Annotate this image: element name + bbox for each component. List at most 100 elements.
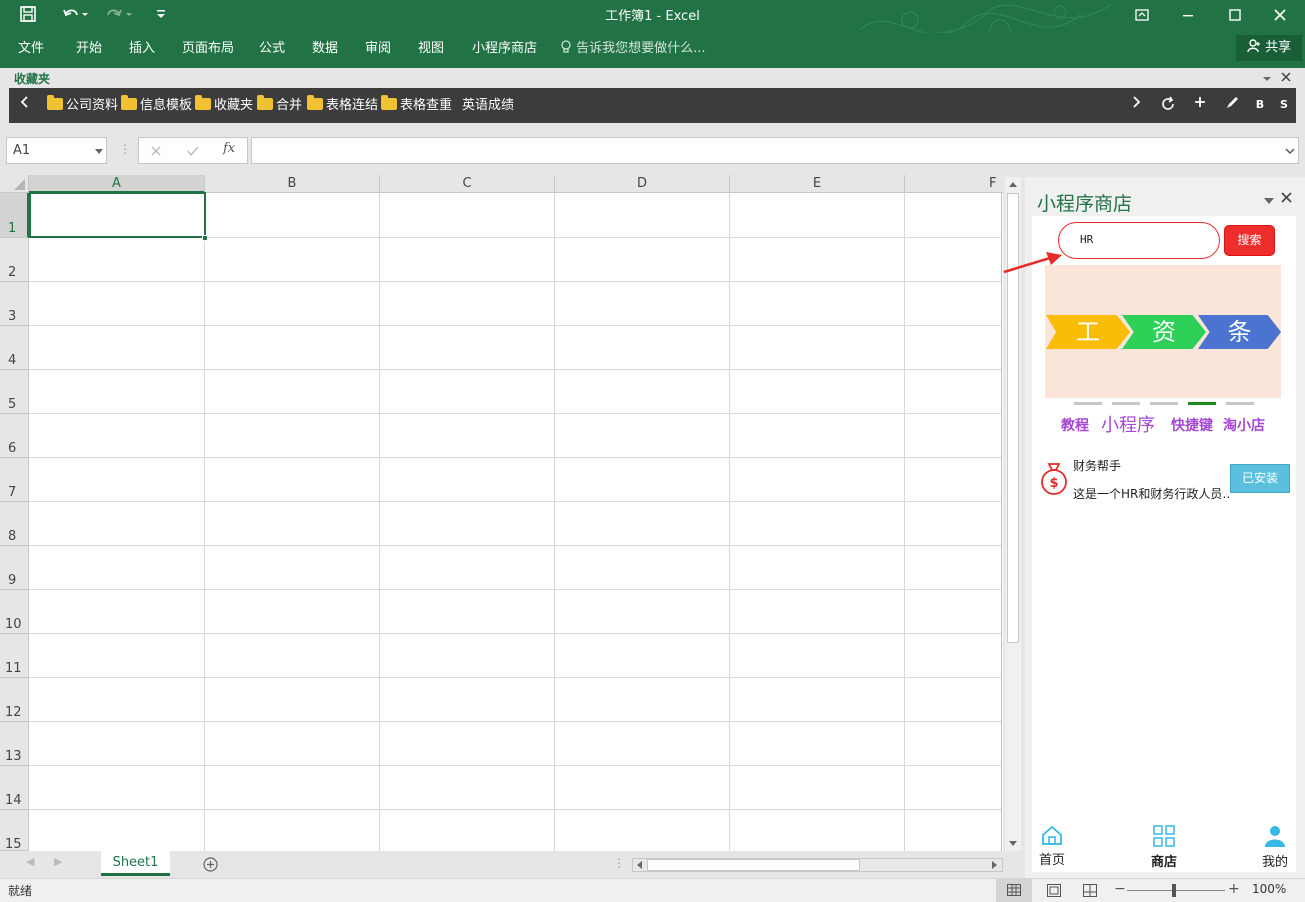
- zoom-level[interactable]: 100%: [1252, 882, 1286, 896]
- vertical-scrollbar[interactable]: [1005, 177, 1021, 851]
- close-icon[interactable]: [1260, 4, 1300, 28]
- scroll-left-icon[interactable]: [636, 861, 642, 869]
- spreadsheet-grid[interactable]: A B C D E F 1 2 3 4 5 6 7 8 9 10 11 12 1…: [0, 175, 1003, 851]
- favorite-item[interactable]: 表格查重: [381, 95, 452, 115]
- chevron-right-icon[interactable]: [1128, 96, 1144, 114]
- link-shortcuts[interactable]: 快捷键: [1171, 415, 1213, 435]
- tell-me-box[interactable]: 告诉我您想要做什么...: [560, 38, 706, 60]
- row-header[interactable]: 7: [0, 458, 29, 502]
- carousel-dot[interactable]: [1150, 402, 1178, 405]
- select-all-corner[interactable]: [0, 175, 29, 193]
- pane-close-icon[interactable]: [1281, 192, 1292, 207]
- carousel-dot[interactable]: [1112, 402, 1140, 405]
- row-header[interactable]: 5: [0, 370, 29, 414]
- zoom-slider[interactable]: [1127, 890, 1225, 891]
- cancel-icon[interactable]: [151, 146, 161, 156]
- carousel-dot-active[interactable]: [1188, 402, 1216, 405]
- tab-mini-program-store[interactable]: 小程序商店: [472, 38, 537, 60]
- app-item[interactable]: $ 财务帮手 这是一个HR和财务行政人员… 已安装: [1032, 456, 1296, 501]
- name-box[interactable]: A1: [6, 137, 107, 164]
- row-header[interactable]: 8: [0, 502, 29, 546]
- tab-file[interactable]: 文件: [18, 38, 44, 60]
- prev-sheet-icon[interactable]: ◀: [26, 855, 34, 868]
- add-sheet-icon[interactable]: [203, 857, 218, 872]
- s-button[interactable]: S: [1276, 96, 1292, 114]
- refresh-icon[interactable]: [1160, 96, 1176, 118]
- link-tutorial[interactable]: 教程: [1061, 415, 1089, 435]
- row-header[interactable]: 4: [0, 326, 29, 370]
- favorite-item[interactable]: 表格连结: [307, 95, 378, 115]
- fill-handle[interactable]: [202, 235, 208, 241]
- scroll-up-icon[interactable]: [1009, 181, 1017, 187]
- column-header[interactable]: F: [905, 175, 1003, 193]
- tab-view[interactable]: 视图: [418, 38, 444, 60]
- column-header[interactable]: C: [380, 175, 555, 193]
- row-header[interactable]: 13: [0, 722, 29, 766]
- row-header[interactable]: 14: [0, 766, 29, 810]
- enter-check-icon[interactable]: [187, 146, 199, 156]
- banner-carousel[interactable]: 工 资 条: [1045, 265, 1281, 398]
- expand-formula-icon[interactable]: [1285, 148, 1295, 155]
- row-header[interactable]: 9: [0, 546, 29, 590]
- column-header[interactable]: D: [555, 175, 730, 193]
- share-button[interactable]: 共享: [1236, 35, 1302, 61]
- zoom-in-button[interactable]: +: [1228, 881, 1240, 897]
- link-taoxiaodian[interactable]: 淘小店: [1223, 415, 1265, 435]
- tab-page-layout[interactable]: 页面布局: [182, 38, 234, 60]
- tab-data[interactable]: 数据: [312, 38, 338, 60]
- tab-insert[interactable]: 插入: [129, 38, 155, 60]
- row-header[interactable]: 6: [0, 414, 29, 458]
- next-sheet-icon[interactable]: ▶: [54, 855, 62, 868]
- search-button[interactable]: 搜索: [1224, 225, 1275, 256]
- row-header[interactable]: 2: [0, 238, 29, 282]
- column-header[interactable]: B: [205, 175, 380, 193]
- row-header[interactable]: 12: [0, 678, 29, 722]
- h-scroll-thumb[interactable]: [647, 859, 860, 871]
- page-layout-view-icon[interactable]: [1047, 884, 1061, 897]
- edit-icon[interactable]: [1224, 96, 1240, 116]
- nav-home[interactable]: 首页: [1036, 825, 1068, 868]
- close-favorites-icon[interactable]: [1281, 71, 1291, 86]
- active-cell[interactable]: [29, 192, 206, 238]
- favorite-item[interactable]: 公司资料: [47, 95, 118, 115]
- row-header[interactable]: 3: [0, 282, 29, 326]
- scroll-right-icon[interactable]: [992, 861, 998, 869]
- maximize-icon[interactable]: [1215, 4, 1255, 28]
- ribbon-display-options-icon[interactable]: [1122, 4, 1162, 28]
- page-break-view-icon[interactable]: [1083, 884, 1097, 897]
- column-header[interactable]: A: [29, 175, 205, 193]
- scroll-down-icon[interactable]: [1009, 841, 1017, 847]
- formula-input[interactable]: [251, 137, 1299, 164]
- favorite-item[interactable]: 信息模板: [121, 95, 192, 115]
- name-box-dropdown-icon[interactable]: [95, 149, 103, 155]
- drag-handle-icon[interactable]: ⋮: [119, 142, 131, 156]
- link-mini-program[interactable]: 小程序: [1101, 411, 1155, 437]
- add-icon[interactable]: [1192, 96, 1208, 114]
- favorite-item[interactable]: 收藏夹: [195, 95, 253, 115]
- tab-formulas[interactable]: 公式: [259, 38, 285, 60]
- zoom-out-button[interactable]: −: [1114, 881, 1126, 897]
- minimize-icon[interactable]: [1168, 4, 1208, 28]
- pane-options-icon[interactable]: [1262, 72, 1272, 87]
- carousel-dot[interactable]: [1226, 402, 1254, 405]
- nav-mine[interactable]: 我的: [1259, 825, 1291, 870]
- pane-menu-icon[interactable]: [1264, 194, 1274, 209]
- carousel-dot[interactable]: [1074, 402, 1102, 405]
- column-header[interactable]: E: [730, 175, 905, 193]
- tab-review[interactable]: 审阅: [365, 38, 391, 60]
- insert-function-button[interactable]: fx: [223, 141, 235, 156]
- search-input[interactable]: HR: [1058, 222, 1220, 259]
- bold-b-button[interactable]: B: [1252, 96, 1268, 114]
- nav-store[interactable]: 商店: [1146, 825, 1182, 870]
- row-header[interactable]: 1: [0, 193, 29, 238]
- normal-view-button[interactable]: [996, 879, 1032, 902]
- row-header[interactable]: 10: [0, 590, 29, 634]
- row-header[interactable]: 15: [0, 810, 29, 851]
- favorite-item[interactable]: 合并: [257, 95, 302, 115]
- horizontal-scrollbar[interactable]: [632, 858, 1003, 872]
- chevron-left-icon[interactable]: [17, 96, 33, 114]
- installed-button[interactable]: 已安装: [1230, 464, 1290, 493]
- favorite-item[interactable]: 英语成绩: [462, 97, 514, 115]
- sheet-tab-sheet1[interactable]: Sheet1: [101, 851, 170, 876]
- zoom-slider-thumb[interactable]: [1172, 884, 1176, 897]
